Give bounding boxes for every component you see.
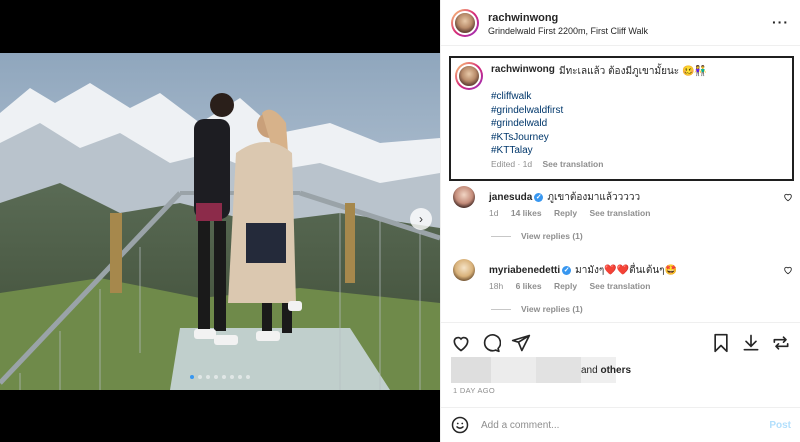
post-photo — [0, 53, 440, 390]
action-bar — [441, 322, 800, 362]
comment-time: 1d — [489, 208, 499, 218]
post-media: › — [0, 0, 440, 442]
comment-meta: 18h 6 likes Reply See translation — [489, 281, 660, 291]
post-comment-button[interactable]: Post — [769, 420, 791, 431]
reply-button[interactable]: Reply — [554, 208, 577, 218]
carousel-dot — [206, 375, 210, 379]
hashtag-link[interactable]: #grindelwaldfirst — [491, 104, 563, 118]
bookmark-icon[interactable] — [711, 333, 731, 353]
caption-hashtags: #cliffwalk #grindelwaldfirst #grindelwal… — [491, 90, 563, 158]
author-avatar[interactable] — [451, 9, 479, 37]
smile-icon[interactable] — [451, 416, 469, 434]
commenter-username[interactable]: janesuda — [489, 192, 532, 203]
carousel-dot — [238, 375, 242, 379]
carousel-dot — [198, 375, 202, 379]
liked-by-others[interactable]: and others — [581, 365, 631, 376]
comment-meta: 1d 14 likes Reply See translation — [489, 208, 660, 218]
commenter-username[interactable]: myriabenedetti — [489, 265, 560, 276]
caption-avatar[interactable] — [455, 62, 483, 90]
hashtag-link[interactable]: #KTsJourney — [491, 131, 563, 145]
commenter-avatar[interactable] — [453, 259, 475, 281]
carousel-dot — [214, 375, 218, 379]
caption-text: มีทะเลแล้ว ต้องมีภูเขามั้ยนะ 🥴👫 — [559, 66, 707, 77]
see-translation-link[interactable]: See translation — [543, 159, 604, 169]
carousel-dot — [230, 375, 234, 379]
add-comment-bar: Add a comment... Post — [441, 407, 800, 442]
comment-text: มามังๆ❤️❤️ตื่นเต้นๆ🤩 — [575, 265, 677, 276]
download-icon[interactable] — [741, 333, 761, 353]
heart-icon[interactable] — [451, 333, 471, 353]
hashtag-link[interactable]: #cliffwalk — [491, 90, 563, 104]
post-sidebar: rachwinwong Grindelwald First 2200m, Fir… — [440, 0, 800, 442]
view-replies-button[interactable]: View replies (1) — [491, 231, 583, 241]
carousel-dot — [222, 375, 226, 379]
caption-meta: Edited · 1d See translation — [491, 159, 603, 169]
view-replies-button[interactable]: View replies (1) — [491, 304, 583, 314]
caption: rachwinwong มีทะเลแล้ว ต้องมีภูเขามั้ยนะ… — [449, 56, 794, 181]
author-username[interactable]: rachwinwong — [488, 12, 558, 24]
carousel-dot — [246, 375, 250, 379]
caption-edited: Edited · 1d — [491, 159, 533, 169]
comment-like-button[interactable] — [783, 192, 793, 205]
hashtag-link[interactable]: #KTTalay — [491, 144, 563, 158]
post-header: rachwinwong Grindelwald First 2200m, Fir… — [441, 0, 800, 46]
reply-button[interactable]: Reply — [554, 281, 577, 291]
carousel-dot — [190, 375, 194, 379]
next-slide-button[interactable]: › — [410, 208, 432, 230]
post-date: 1 DAY AGO — [453, 386, 496, 395]
see-translation-link[interactable]: See translation — [589, 281, 650, 291]
share-icon[interactable] — [511, 333, 531, 353]
more-options-button[interactable]: ··· — [772, 14, 789, 30]
see-translation-link[interactable]: See translation — [589, 208, 650, 218]
comment-likes[interactable]: 14 likes — [511, 208, 542, 218]
comment-time: 18h — [489, 281, 504, 291]
verified-icon: ✓ — [534, 192, 544, 202]
hashtag-link[interactable]: #grindelwald — [491, 117, 563, 131]
comment-text: ภูเขาต้องมาแล้ววววว — [547, 192, 641, 203]
carousel-dots — [0, 375, 440, 379]
caption-username[interactable]: rachwinwong — [491, 64, 555, 75]
heart-icon — [784, 266, 792, 275]
chevron-right-icon: › — [419, 212, 423, 226]
comment-icon[interactable] — [481, 333, 501, 353]
commenter-avatar[interactable] — [453, 186, 475, 208]
verified-icon: ✓ — [562, 265, 572, 275]
comment-input[interactable]: Add a comment... — [481, 420, 559, 431]
comment-likes[interactable]: 6 likes — [516, 281, 542, 291]
heart-icon — [784, 193, 792, 202]
post-location[interactable]: Grindelwald First 2200m, First Cliff Wal… — [488, 26, 648, 36]
repost-icon[interactable] — [771, 333, 791, 353]
comment-like-button[interactable] — [783, 265, 793, 278]
